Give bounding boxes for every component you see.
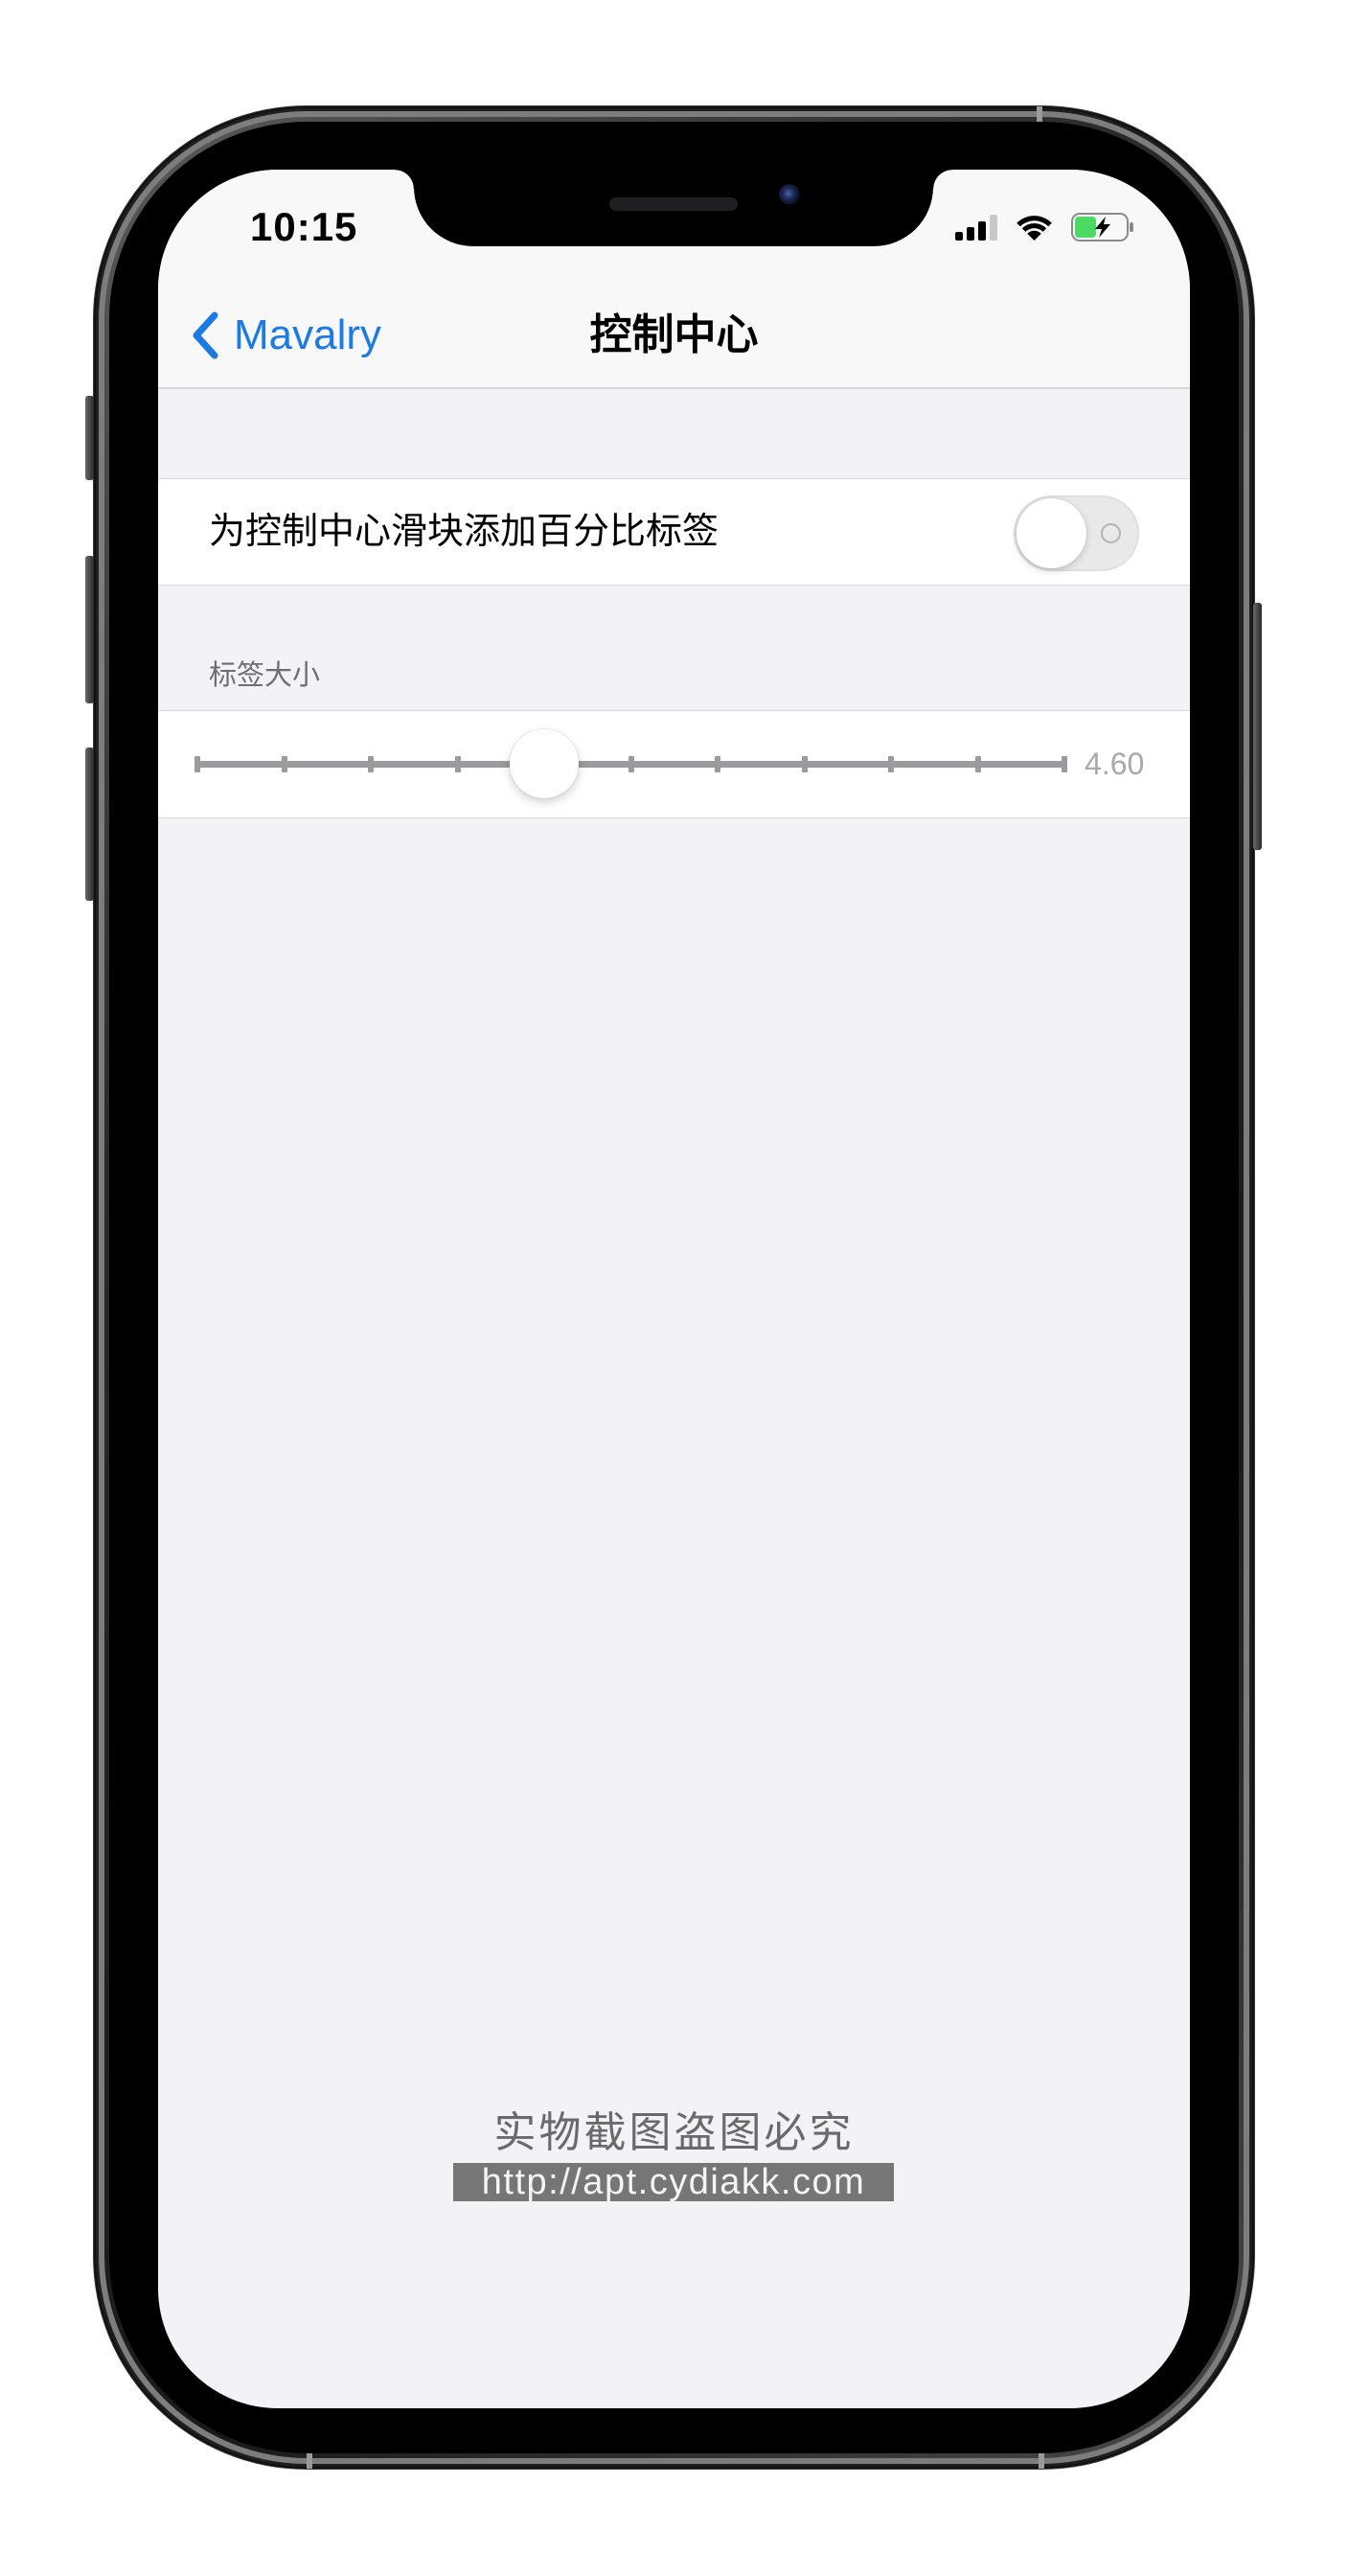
volume-down-button[interactable] (85, 748, 94, 901)
slider-tick (888, 756, 894, 772)
antenna-line (1037, 106, 1042, 122)
mute-switch[interactable] (85, 396, 94, 480)
front-camera (779, 184, 800, 205)
toggle-off-indicator-icon (1101, 523, 1121, 543)
battery-level-fill (1075, 217, 1096, 238)
watermark-url: http://apt.cydiakk.com (453, 2163, 894, 2201)
screen: 10:15 Mavalry 控制中心 为控制中心滑块添加百分比标签 标签大小 4… (158, 170, 1190, 2408)
slider-tick (281, 756, 287, 772)
slider-tick (974, 756, 981, 772)
label-size-slider-cell: 4.60 (158, 710, 1190, 818)
label-size-slider-track[interactable] (194, 756, 1067, 772)
label-size-value: 4.60 (1085, 747, 1145, 781)
volume-up-button[interactable] (85, 556, 94, 703)
earpiece-speaker (609, 197, 738, 211)
slider-tick (1062, 756, 1067, 772)
label-size-section-header: 标签大小 (209, 660, 321, 691)
percentage-label-text: 为控制中心滑块添加百分比标签 (209, 512, 720, 552)
cellular-signal-icon (955, 215, 997, 241)
slider-tick (628, 756, 634, 772)
camera-notch (395, 170, 952, 246)
battery-charging-icon (1071, 213, 1133, 242)
percentage-label-cell: 为控制中心滑块添加百分比标签 (158, 478, 1190, 586)
percentage-label-toggle[interactable] (1014, 495, 1139, 571)
watermark-text: 实物截图盗图必究 (493, 2109, 855, 2156)
slider-tick (368, 756, 374, 772)
antenna-line (307, 2453, 312, 2469)
side-power-button[interactable] (1253, 603, 1262, 850)
toggle-knob (1017, 498, 1086, 568)
wifi-icon (1017, 216, 1052, 241)
slider-tick (454, 756, 461, 772)
slider-tick (715, 756, 720, 772)
antenna-line (1039, 2453, 1044, 2469)
page-title: 控制中心 (589, 311, 759, 358)
slider-tick (801, 756, 808, 772)
slider-tick (194, 756, 200, 772)
status-time: 10:15 (250, 204, 358, 249)
label-size-slider-thumb[interactable] (510, 729, 579, 798)
